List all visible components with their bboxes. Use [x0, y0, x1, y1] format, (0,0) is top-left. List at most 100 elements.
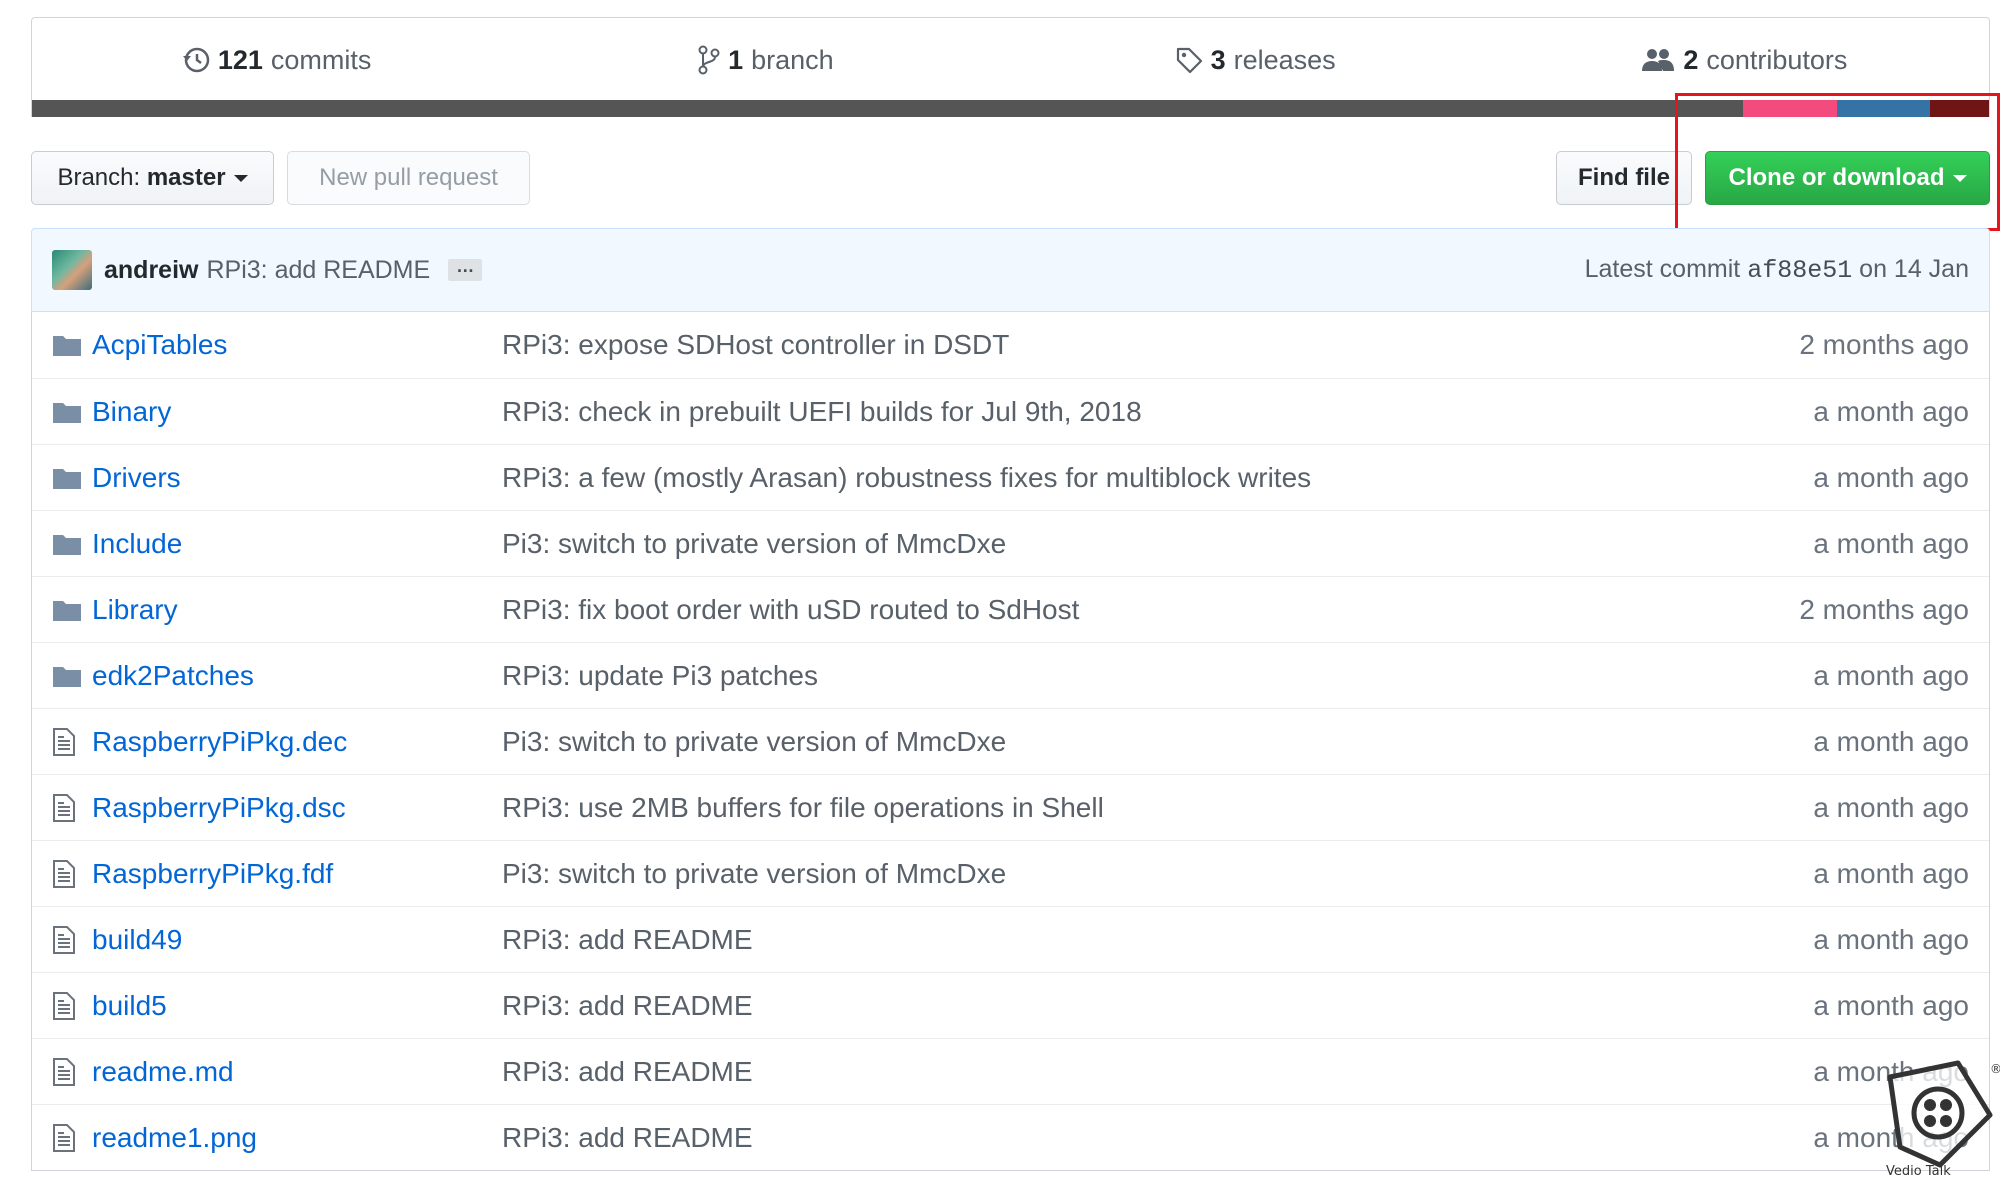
file-name-link[interactable]: RaspberryPiPkg.fdf	[92, 858, 333, 890]
file-age: a month ago	[1813, 527, 1969, 559]
clone-or-download-label: Clone or download	[1728, 164, 1945, 191]
file-age: a month ago	[1813, 791, 1969, 823]
file-text-icon	[52, 727, 76, 757]
releases-link[interactable]: 3 releases	[1011, 45, 1500, 76]
latest-commit-prefix: Latest commit	[1584, 255, 1741, 283]
expand-commit-button[interactable]: …	[448, 257, 483, 281]
branches-count: 1	[728, 44, 744, 75]
file-age: a month ago	[1813, 461, 1969, 493]
table-row: edk2Patches RPi3: update Pi3 patches a m…	[32, 642, 1989, 708]
table-row: AcpiTables RPi3: expose SDHost controlle…	[32, 312, 1989, 378]
file-name-link[interactable]: AcpiTables	[92, 329, 227, 361]
file-text-icon	[52, 925, 76, 955]
file-name-link[interactable]: edk2Patches	[92, 660, 254, 692]
latest-commit-info: Latest commit af88e51 on 14 Jan	[1585, 255, 1969, 285]
file-age: a month ago	[1813, 989, 1969, 1021]
file-age: a month ago	[1813, 857, 1969, 889]
commit-sha[interactable]: af88e51	[1747, 256, 1852, 285]
branches-link[interactable]: 1 branch	[521, 45, 1010, 76]
find-file-label: Find file	[1578, 164, 1670, 191]
table-row: Binary RPi3: check in prebuilt UEFI buil…	[32, 378, 1989, 444]
file-commit-message[interactable]: RPi3: expose SDHost controller in DSDT	[502, 329, 1009, 361]
clone-or-download-button[interactable]: Clone or download	[1705, 151, 1990, 205]
folder-icon	[52, 598, 82, 622]
folder-icon	[52, 664, 82, 688]
numbers-summary: 121 commits 1 branch 3 releases 2 contri…	[32, 18, 1989, 102]
file-name-link[interactable]: build5	[92, 990, 167, 1022]
language-bar[interactable]	[32, 100, 1989, 117]
contributors-label: contributors	[1706, 44, 1848, 75]
folder-icon	[52, 466, 82, 490]
language-segment-python[interactable]	[1836, 100, 1930, 117]
branch-name: master	[146, 164, 226, 191]
file-commit-message[interactable]: Pi3: switch to private version of MmcDxe	[502, 726, 1006, 758]
file-name-link[interactable]: RaspberryPiPkg.dsc	[92, 792, 346, 824]
watermark-brand: Vedio Talk	[1886, 1164, 1951, 1177]
file-age: a month ago	[1813, 725, 1969, 757]
file-text-icon	[52, 859, 76, 889]
commit-date: on 14 Jan	[1859, 255, 1969, 283]
file-commit-message[interactable]: RPi3: add README	[502, 990, 753, 1022]
commits-label: commits	[270, 44, 372, 75]
registered-mark: ®	[1990, 1062, 2000, 1076]
latest-commit-bar: andreiw RPi3: add README … Latest commit…	[31, 228, 1990, 312]
file-name-link[interactable]: Library	[92, 594, 178, 626]
avatar[interactable]	[52, 250, 92, 290]
table-row: readme.md RPi3: add README a month ago	[32, 1038, 1989, 1104]
file-commit-message[interactable]: RPi3: add README	[502, 1056, 753, 1088]
releases-label: releases	[1233, 44, 1336, 75]
file-commit-message[interactable]: RPi3: add README	[502, 924, 753, 956]
releases-count: 3	[1210, 44, 1226, 75]
file-text-icon	[52, 1057, 76, 1087]
folder-icon	[52, 400, 82, 424]
tag-icon	[1175, 46, 1203, 74]
file-text-icon	[52, 793, 76, 823]
file-commit-message[interactable]: RPi3: check in prebuilt UEFI builds for …	[502, 396, 1142, 428]
contributors-count: 2	[1683, 44, 1699, 75]
file-commit-message[interactable]: RPi3: update Pi3 patches	[502, 660, 818, 692]
file-age: a month ago	[1813, 395, 1969, 427]
file-commit-message[interactable]: Pi3: switch to private version of MmcDxe	[502, 528, 1006, 560]
commits-link[interactable]: 121 commits	[32, 45, 521, 76]
file-name-link[interactable]: build49	[92, 924, 182, 956]
file-name-link[interactable]: Binary	[92, 396, 171, 428]
chevron-down-icon	[1952, 174, 1967, 182]
contributors-link[interactable]: 2 contributors	[1500, 45, 1989, 76]
table-row: RaspberryPiPkg.dec Pi3: switch to privat…	[32, 708, 1989, 774]
file-commit-message[interactable]: RPi3: add README	[502, 1122, 753, 1154]
file-commit-message[interactable]: RPi3: use 2MB buffers for file operation…	[502, 792, 1104, 824]
file-text-icon	[52, 991, 76, 1021]
language-segment-other[interactable]	[1929, 100, 1989, 117]
commits-count: 121	[217, 44, 263, 75]
git-branch-icon	[698, 45, 720, 75]
language-segment-c[interactable]	[32, 100, 1744, 117]
new-pull-request-button[interactable]: New pull request	[287, 151, 530, 205]
file-name-link[interactable]: readme1.png	[92, 1122, 257, 1154]
file-text-icon	[52, 1123, 76, 1153]
file-name-link[interactable]: Include	[92, 528, 182, 560]
language-segment-cpp[interactable]	[1743, 100, 1837, 117]
repo-summary: 121 commits 1 branch 3 releases 2 contri…	[31, 17, 1990, 117]
file-age: a month ago	[1813, 659, 1969, 691]
file-table: AcpiTables RPi3: expose SDHost controlle…	[31, 312, 1990, 1171]
file-commit-message[interactable]: RPi3: a few (mostly Arasan) robustness f…	[502, 462, 1311, 494]
table-row: Library RPi3: fix boot order with uSD ro…	[32, 576, 1989, 642]
folder-icon	[52, 333, 82, 357]
watermark-logo: ® Vedio Talk	[1880, 1055, 2002, 1182]
branches-label: branch	[751, 44, 834, 75]
file-age: 2 months ago	[1799, 593, 1969, 625]
file-commit-message[interactable]: RPi3: fix boot order with uSD routed to …	[502, 594, 1079, 626]
file-name-link[interactable]: Drivers	[92, 462, 181, 494]
find-file-button[interactable]: Find file	[1556, 151, 1692, 205]
new-pull-request-label: New pull request	[319, 164, 498, 191]
table-row: Include Pi3: switch to private version o…	[32, 510, 1989, 576]
file-commit-message[interactable]: Pi3: switch to private version of MmcDxe	[502, 858, 1006, 890]
file-name-link[interactable]: RaspberryPiPkg.dec	[92, 726, 347, 758]
commit-author[interactable]: andreiw	[104, 256, 198, 285]
commit-message[interactable]: RPi3: add README	[206, 256, 430, 285]
branch-select-button[interactable]: Branch: master	[31, 151, 274, 205]
file-name-link[interactable]: readme.md	[92, 1056, 234, 1088]
table-row: Drivers RPi3: a few (mostly Arasan) robu…	[32, 444, 1989, 510]
table-row: readme1.png RPi3: add README a month ago	[32, 1104, 1989, 1170]
branch-prefix: Branch:	[57, 164, 141, 191]
